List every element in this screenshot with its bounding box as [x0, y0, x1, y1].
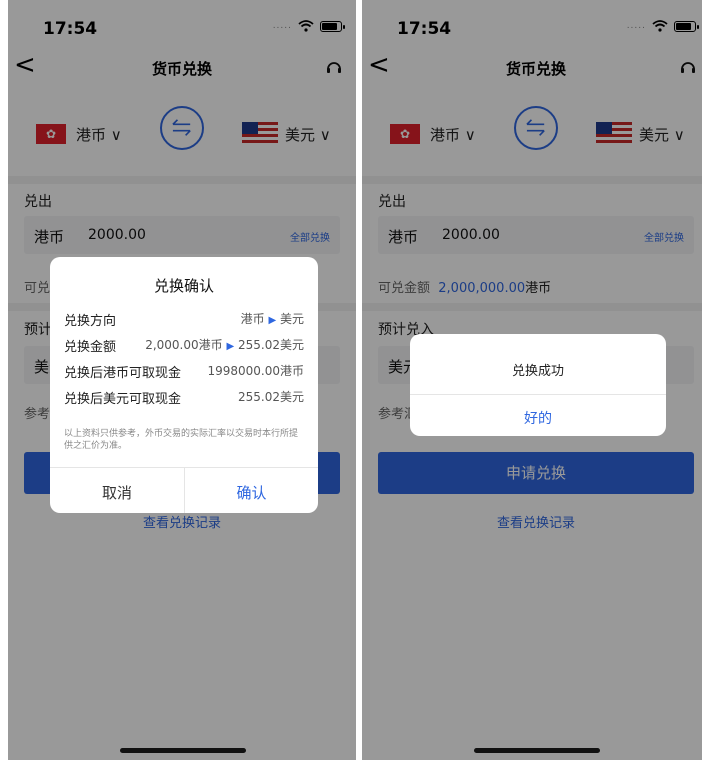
confirm-dialog: 兑换确认 兑换方向 港币 ▶ 美元 兑换金额 2,000.00港币 ▶ 255.… [50, 257, 318, 513]
hkd-cash-row: 兑换后港币可取现金 1998000.00港币 [64, 364, 304, 381]
direction-row: 兑换方向 港币 ▶ 美元 [64, 312, 304, 329]
disclaimer-note: 以上资料只供参考，外币交易的实际汇率以交易时本行所提供之汇价为准。 [64, 429, 299, 451]
ok-button[interactable]: 好的 [410, 408, 666, 428]
dialog-divider [410, 394, 666, 395]
phone-screen-success: 17:54 ..... < 货币兑换 ✿ 港币 ∨ 美元 ∨ 兑出 港币 200… [362, 0, 702, 760]
success-message: 兑换成功 [511, 364, 564, 379]
confirm-button[interactable]: 确认 [185, 482, 318, 503]
phone-screen-confirm: 17:54 ..... < 货币兑换 ✿ 港币 ∨ 美元 ∨ 兑出 港币 200… [8, 0, 356, 760]
dialog-title: 兑换确认 [153, 277, 214, 295]
arrow-right-icon: ▶ [268, 315, 277, 326]
amount-row: 兑换金额 2,000.00港币 ▶ 255.02美元 [64, 338, 304, 355]
home-indicator[interactable] [120, 748, 246, 753]
home-indicator[interactable] [474, 748, 600, 753]
usd-cash-row: 兑换后美元可取现金 255.02美元 [64, 390, 304, 407]
cancel-button[interactable]: 取消 [50, 482, 184, 503]
success-dialog: 兑换成功 好的 [410, 334, 666, 436]
arrow-right-icon: ▶ [226, 341, 235, 352]
